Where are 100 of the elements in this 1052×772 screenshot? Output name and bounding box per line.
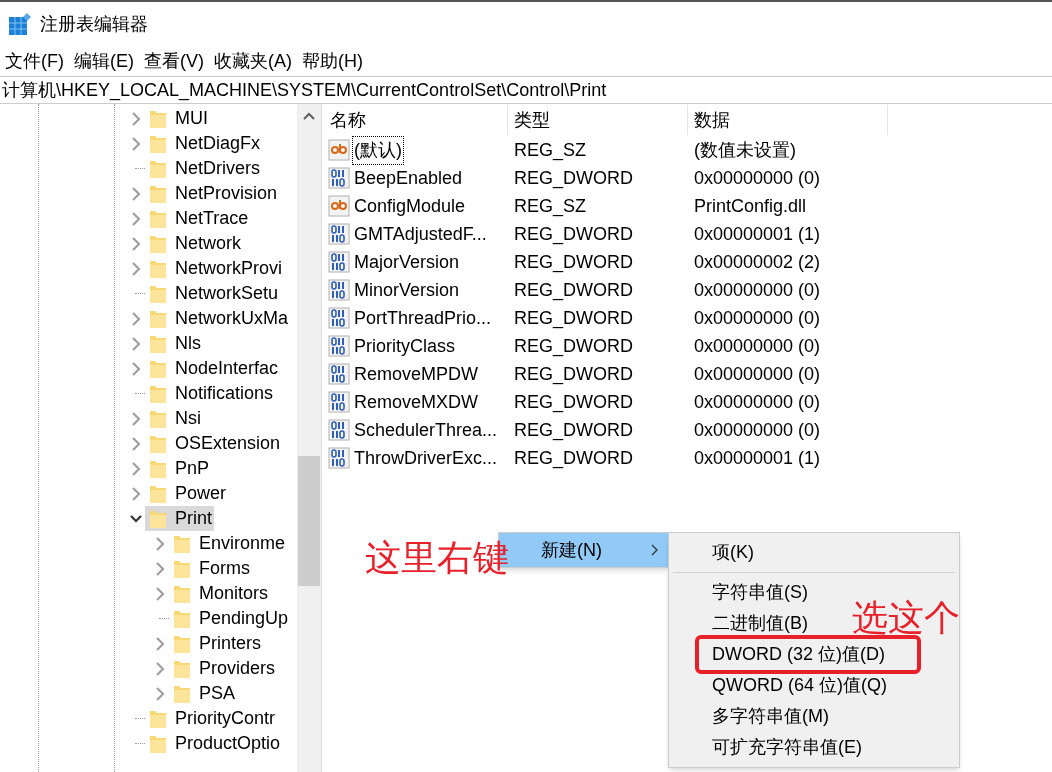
table-cell-text: 0x00000000 (0) bbox=[693, 390, 822, 414]
folder-icon bbox=[173, 558, 191, 579]
value-name[interactable]: (默认) bbox=[352, 135, 404, 165]
scroll-up-icon[interactable] bbox=[303, 112, 315, 120]
menu-item[interactable]: 二进制值(B) bbox=[673, 608, 816, 639]
folder-icon bbox=[173, 583, 191, 604]
folder-icon bbox=[149, 283, 167, 304]
binary-value-icon bbox=[328, 279, 350, 301]
value-name[interactable]: ThrowDriverExc... bbox=[352, 443, 499, 473]
menu-item[interactable]: QWORD (64 位)值(Q) bbox=[673, 670, 895, 701]
binary-value-icon bbox=[328, 335, 350, 357]
folder-icon bbox=[149, 258, 167, 279]
table-cell-text: PrintConfig.dll bbox=[693, 194, 808, 218]
menu-item[interactable]: 查看(V) bbox=[139, 47, 209, 75]
binary-value-icon bbox=[328, 419, 350, 441]
folder-icon bbox=[149, 333, 167, 354]
annotation-text: 选这个 bbox=[852, 600, 960, 636]
folder-icon bbox=[149, 108, 167, 129]
table-cell-text: REG_DWORD bbox=[513, 418, 634, 443]
binary-value-icon bbox=[328, 363, 350, 385]
table-cell-text: 0x00000000 (0) bbox=[693, 306, 822, 330]
folder-icon bbox=[149, 433, 167, 454]
value-name[interactable]: SchedulerThrea... bbox=[352, 415, 500, 445]
value-name[interactable]: PriorityClass bbox=[352, 331, 457, 361]
tree-item[interactable]: NetDrivers bbox=[145, 156, 262, 181]
folder-icon bbox=[149, 508, 167, 529]
table-cell-text: REG_DWORD bbox=[513, 362, 634, 387]
menu-item[interactable]: 可扩充字符串值(E) bbox=[673, 732, 870, 763]
scrollbar[interactable] bbox=[297, 104, 321, 772]
menu-item[interactable]: 字符串值(S) bbox=[673, 577, 816, 608]
table-cell-text: (数值未设置) bbox=[693, 138, 797, 162]
value-name[interactable]: PortThreadPrio... bbox=[352, 303, 494, 333]
string-value-icon bbox=[328, 195, 350, 217]
column-header[interactable]: 类型 bbox=[508, 105, 688, 135]
value-name[interactable]: RemoveMXDW bbox=[352, 387, 480, 417]
table-cell-text: REG_SZ bbox=[513, 194, 588, 219]
tree-item[interactable]: Nsi bbox=[145, 406, 203, 431]
tree-item[interactable]: Network bbox=[145, 231, 243, 256]
table-cell-text: REG_DWORD bbox=[513, 390, 634, 415]
tree-item[interactable]: Printers bbox=[169, 631, 263, 656]
binary-value-icon bbox=[328, 223, 350, 245]
column-header[interactable]: 名称 bbox=[328, 105, 508, 135]
table-cell-text: REG_DWORD bbox=[513, 334, 634, 359]
tree-item[interactable]: NetTrace bbox=[145, 206, 251, 231]
tree-item[interactable]: Monitors bbox=[169, 581, 271, 606]
menu-item[interactable]: 项(K) bbox=[673, 537, 762, 568]
folder-icon bbox=[149, 133, 167, 154]
binary-value-icon bbox=[328, 251, 350, 273]
value-name[interactable]: GMTAdjustedF... bbox=[352, 219, 489, 249]
folder-icon bbox=[149, 483, 167, 504]
tree-item[interactable]: Forms bbox=[169, 556, 252, 581]
tree-item[interactable]: OSExtension bbox=[145, 431, 283, 456]
folder-icon bbox=[173, 658, 191, 679]
table-cell-text: 0x00000002 (2) bbox=[693, 250, 822, 274]
tree-item[interactable]: Nls bbox=[145, 331, 203, 356]
tree-item[interactable]: NetworkProvi bbox=[145, 256, 285, 281]
value-name[interactable]: BeepEnabled bbox=[352, 163, 465, 193]
folder-icon bbox=[149, 708, 167, 729]
binary-value-icon bbox=[328, 167, 350, 189]
folder-icon bbox=[149, 308, 167, 329]
tree-item[interactable]: PriorityContr bbox=[145, 706, 278, 731]
tree-item[interactable]: NetworkSetu bbox=[145, 281, 281, 306]
binary-value-icon bbox=[328, 307, 350, 329]
menu-item[interactable]: 多字符串值(M) bbox=[673, 701, 837, 732]
tree-item[interactable]: PendingUp bbox=[169, 606, 291, 631]
folder-icon bbox=[149, 233, 167, 254]
tree-item[interactable]: MUI bbox=[145, 106, 210, 131]
tree-item[interactable]: Environme bbox=[169, 531, 288, 556]
tree-item[interactable]: ProductOptio bbox=[145, 731, 283, 756]
folder-icon bbox=[173, 683, 191, 704]
registry-app-icon bbox=[8, 12, 32, 36]
tree-item[interactable]: PSA bbox=[169, 681, 238, 706]
tree-item[interactable]: Providers bbox=[169, 656, 278, 681]
table-cell-text: 0x00000000 (0) bbox=[693, 362, 822, 386]
tree-item[interactable]: NodeInterfac bbox=[145, 356, 281, 381]
tree-item[interactable]: NetDiagFx bbox=[145, 131, 263, 156]
tree-item[interactable]: Print bbox=[145, 506, 214, 531]
menu-item[interactable]: 收藏夹(A) bbox=[209, 47, 297, 75]
tree-item[interactable]: NetworkUxMa bbox=[145, 306, 291, 331]
table-cell-text: REG_DWORD bbox=[513, 306, 634, 331]
value-name[interactable]: RemoveMPDW bbox=[352, 359, 480, 389]
address-field[interactable]: 计算机\HKEY_LOCAL_MACHINE\SYSTEM\CurrentControlSet\Control\Print bbox=[0, 76, 1052, 104]
value-name[interactable]: MajorVersion bbox=[352, 247, 462, 277]
menu-item[interactable]: 文件(F) bbox=[0, 47, 69, 75]
string-value-icon bbox=[328, 139, 350, 161]
table-cell-text: 0x00000000 (0) bbox=[693, 418, 822, 442]
scrollbar-thumb[interactable] bbox=[298, 456, 320, 586]
window-title: 注册表编辑器 bbox=[40, 12, 148, 36]
menu-item[interactable]: 帮助(H) bbox=[297, 47, 368, 75]
folder-icon bbox=[173, 533, 191, 554]
tree-item[interactable]: Power bbox=[145, 481, 229, 506]
tree-item[interactable]: Notifications bbox=[145, 381, 276, 406]
tree-item[interactable]: PnP bbox=[145, 456, 212, 481]
tree-item[interactable]: NetProvision bbox=[145, 181, 280, 206]
value-name[interactable]: MinorVersion bbox=[352, 275, 462, 305]
table-cell-text: REG_DWORD bbox=[513, 446, 634, 471]
column-header[interactable]: 数据 bbox=[688, 105, 888, 135]
value-name[interactable]: ConfigModule bbox=[352, 191, 468, 221]
menu-item[interactable]: 编辑(E) bbox=[69, 47, 139, 75]
folder-icon bbox=[149, 383, 167, 404]
